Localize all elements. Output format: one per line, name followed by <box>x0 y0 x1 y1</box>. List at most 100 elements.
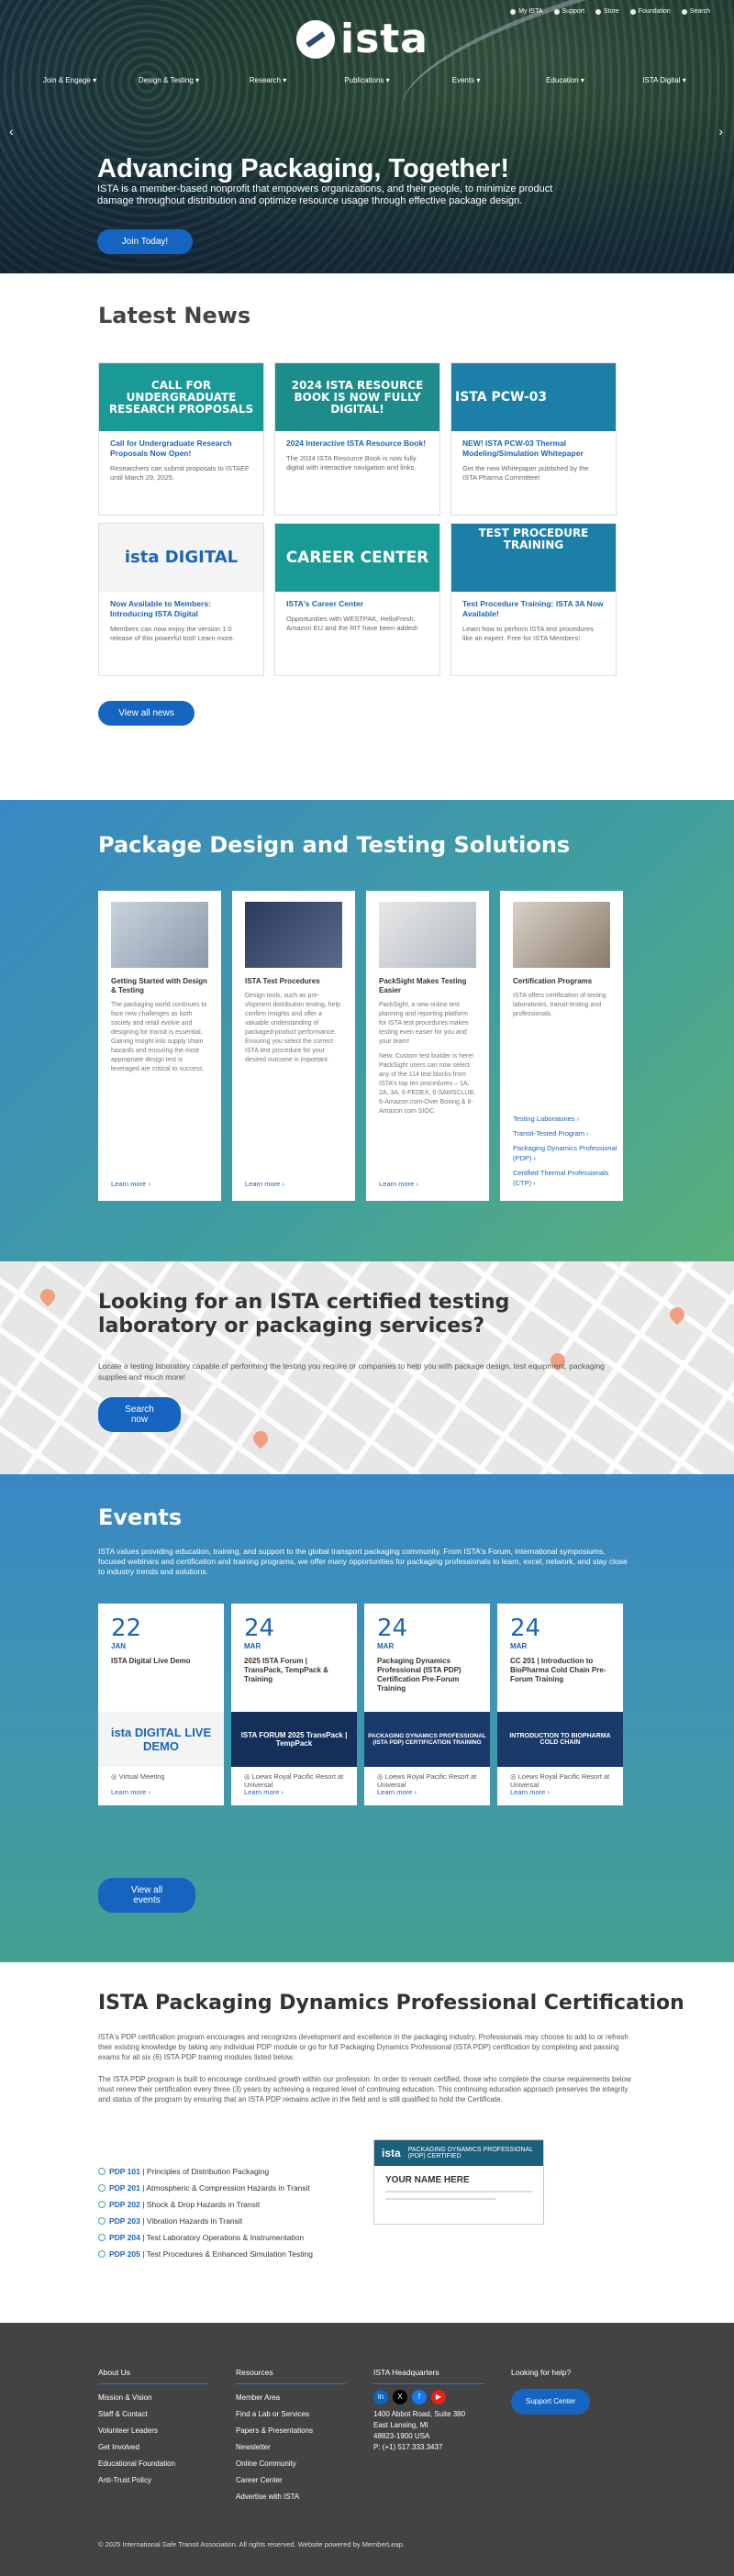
nav-design-testing[interactable]: Design & Testing ▾ <box>119 76 218 84</box>
pdp-module-item[interactable]: PDP 204 | Test Laboratory Operations & I… <box>98 2229 313 2246</box>
linkedin-icon[interactable]: in <box>373 2390 388 2404</box>
news-title-link[interactable]: ISTA's Career Center <box>275 592 439 609</box>
solutions-title: Package Design and Testing Solutions <box>98 832 571 858</box>
view-all-events-button[interactable]: View all events <box>98 1878 195 1913</box>
nav-research[interactable]: Research ▾ <box>218 76 317 84</box>
event-day: 24 <box>377 1615 408 1642</box>
link-ctp[interactable]: Certified Thermal Professionals (CTP) › <box>513 1168 623 1188</box>
event-title: 2025 ISTA Forum | TransPack, TempPack & … <box>244 1657 328 1683</box>
pdp-module-item[interactable]: PDP 203 | Vibration Hazards in Transit <box>98 2213 313 2229</box>
ista-logo[interactable]: ista <box>296 19 428 60</box>
ista-logo-mark <box>296 20 335 59</box>
footer-link[interactable]: Educational Foundation <box>98 2456 227 2472</box>
footer-link[interactable]: Find a Lab or Services <box>236 2406 364 2423</box>
footer-link[interactable]: Staff & Contact <box>98 2406 227 2423</box>
footer-link[interactable]: Anti-Trust Policy <box>98 2472 227 2489</box>
x-icon[interactable]: X <box>393 2390 407 2404</box>
facebook-icon[interactable]: f <box>412 2390 427 2404</box>
nav-events[interactable]: Events ▾ <box>417 76 516 84</box>
cert-paragraph-1: ISTA's PDP certification program encoura… <box>98 2033 628 2061</box>
footer-resources: Resources Member Area Find a Lab or Serv… <box>236 2364 364 2505</box>
footer-link[interactable]: Advertise with ISTA <box>236 2489 364 2505</box>
event-card[interactable]: 22 JAN ISTA Digital Live Demo ista DIGIT… <box>98 1604 224 1805</box>
learn-more-link[interactable]: Learn more › <box>379 1180 418 1188</box>
slider-prev-icon[interactable]: ‹ <box>9 124 14 139</box>
view-all-news-button[interactable]: View all news <box>98 701 195 726</box>
learn-more-link[interactable]: Learn more › <box>377 1788 417 1796</box>
check-icon <box>98 2234 106 2241</box>
lab-search-text: Locate a testing laboratory capable of p… <box>98 1361 605 1382</box>
learn-more-link[interactable]: Learn more › <box>245 1180 284 1188</box>
news-grid: CALL FOR UNDERGRADUATE RESEARCH PROPOSAL… <box>98 362 617 676</box>
news-card[interactable]: ISTA PCW-03 NEW! ISTA PCW-03 Thermal Mod… <box>450 362 617 516</box>
learn-more-link[interactable]: Learn more › <box>244 1788 284 1796</box>
news-card[interactable]: ista DIGITAL Now Available to Members: I… <box>98 523 264 676</box>
learn-more-link[interactable]: Learn more › <box>111 1788 150 1796</box>
solution-card: ISTA Test Procedures Design tools, such … <box>232 891 355 1201</box>
events-title: Events <box>98 1505 183 1530</box>
news-title-link[interactable]: Test Procedure Training: ISTA 3A Now Ava… <box>451 592 616 619</box>
utility-support[interactable]: Support <box>553 8 584 15</box>
footer-link[interactable]: Volunteer Leaders <box>98 2423 227 2439</box>
pdp-module-list: PDP 101 | Principles of Distribution Pac… <box>98 2163 313 2262</box>
footer-about: About Us Mission & Vision Staff & Contac… <box>98 2364 227 2489</box>
news-title: Latest News <box>98 303 251 328</box>
news-title-link[interactable]: NEW! ISTA PCW-03 Thermal Modeling/Simula… <box>451 431 616 459</box>
news-card[interactable]: 2024 ISTA RESOURCE BOOK IS NOW FULLY DIG… <box>274 362 440 516</box>
event-month: JAN <box>111 1642 127 1650</box>
pdp-module-item[interactable]: PDP 101 | Principles of Distribution Pac… <box>98 2163 313 2180</box>
utility-my-ista[interactable]: My ISTA <box>510 8 543 15</box>
news-card[interactable]: CALL FOR UNDERGRADUATE RESEARCH PROPOSAL… <box>98 362 264 516</box>
event-location: ◎ Loews Royal Pacific Resort at Universa… <box>244 1772 344 1789</box>
utility-nav: My ISTA Support Store Foundation Search <box>510 8 710 15</box>
pdp-module-item[interactable]: PDP 202 | Shock & Drop Hazards in Transi… <box>98 2196 313 2213</box>
learn-more-link[interactable]: Learn more › <box>510 1788 550 1796</box>
cert-paragraph-2: The ISTA PDP program is built to encoura… <box>98 2075 631 2104</box>
slider-next-icon[interactable]: › <box>718 124 723 139</box>
footer-link[interactable]: Member Area <box>236 2390 364 2406</box>
event-image: INTRODUCTION TO BIOPHARMA COLD CHAIN <box>497 1712 623 1767</box>
news-title-link[interactable]: Call for Undergraduate Research Proposal… <box>99 431 263 459</box>
news-card[interactable]: CAREER CENTER ISTA's Career Center Oppor… <box>274 523 440 676</box>
event-title: Packaging Dynamics Professional (ISTA PD… <box>377 1657 462 1693</box>
footer-link[interactable]: Online Community <box>236 2456 364 2472</box>
join-today-button[interactable]: Join Today! <box>97 229 193 254</box>
solution-text-new: New: Custom test builder is here! PackSi… <box>379 1053 476 1115</box>
pdp-module-item[interactable]: PDP 201 | Atmospheric & Compression Haza… <box>98 2180 313 2196</box>
footer-link[interactable]: Mission & Vision <box>98 2390 227 2406</box>
nav-ista-digital[interactable]: ISTA Digital ▾ <box>615 76 714 84</box>
event-card[interactable]: 24 MAR CC 201 | Introduction to BioPharm… <box>497 1604 623 1805</box>
news-image: TEST PROCEDURE TRAINING <box>451 524 616 592</box>
nav-publications[interactable]: Publications ▾ <box>317 76 417 84</box>
learn-more-link[interactable]: Learn more › <box>111 1180 150 1188</box>
solution-card: Certification Programs ISTA offers certi… <box>500 891 623 1201</box>
news-title-link[interactable]: Now Available to Members: Introducing IS… <box>99 592 263 619</box>
footer-link[interactable]: Papers & Presentations <box>236 2423 364 2439</box>
news-text: Researchers can submit proposals to ISTA… <box>110 464 250 482</box>
footer-link[interactable]: Get Involved <box>98 2439 227 2456</box>
youtube-icon[interactable]: ▶ <box>431 2390 446 2404</box>
event-day: 22 <box>111 1615 142 1642</box>
search-now-button[interactable]: Search now <box>98 1397 181 1432</box>
pdp-module-item[interactable]: PDP 205 | Test Procedures & Enhanced Sim… <box>98 2246 313 2262</box>
footer-link[interactable]: Career Center <box>236 2472 364 2489</box>
support-center-button[interactable]: Support Center <box>511 2389 591 2415</box>
footer-phone[interactable]: P: (+1) 517.333.3437 <box>373 2442 502 2453</box>
check-icon <box>98 2184 106 2192</box>
news-title-link[interactable]: 2024 Interactive ISTA Resource Book! <box>275 431 439 449</box>
event-card[interactable]: 24 MAR 2025 ISTA Forum | TransPack, Temp… <box>231 1604 357 1805</box>
link-testing-laboratories[interactable]: Testing Laboratories › <box>513 1114 623 1124</box>
utility-search[interactable]: Search <box>681 8 710 15</box>
nav-education[interactable]: Education ▾ <box>516 76 615 84</box>
solution-image <box>111 902 208 968</box>
footer-link[interactable]: Newsletter <box>236 2439 364 2456</box>
utility-foundation[interactable]: Foundation <box>629 8 671 15</box>
solution-text: The packaging world continues to face ne… <box>111 1002 207 1072</box>
link-transit-tested[interactable]: Transit-Tested Program › <box>513 1128 623 1138</box>
link-pdp[interactable]: Packaging Dynamics Professional (PDP) › <box>513 1143 623 1163</box>
news-card[interactable]: TEST PROCEDURE TRAINING Test Procedure T… <box>450 523 617 676</box>
utility-store[interactable]: Store <box>595 8 619 15</box>
event-card[interactable]: 24 MAR Packaging Dynamics Professional (… <box>364 1604 490 1805</box>
solution-card: PackSight Makes Testing Easier PackSight… <box>366 891 489 1201</box>
nav-join-engage[interactable]: Join & Engage ▾ <box>20 76 119 84</box>
